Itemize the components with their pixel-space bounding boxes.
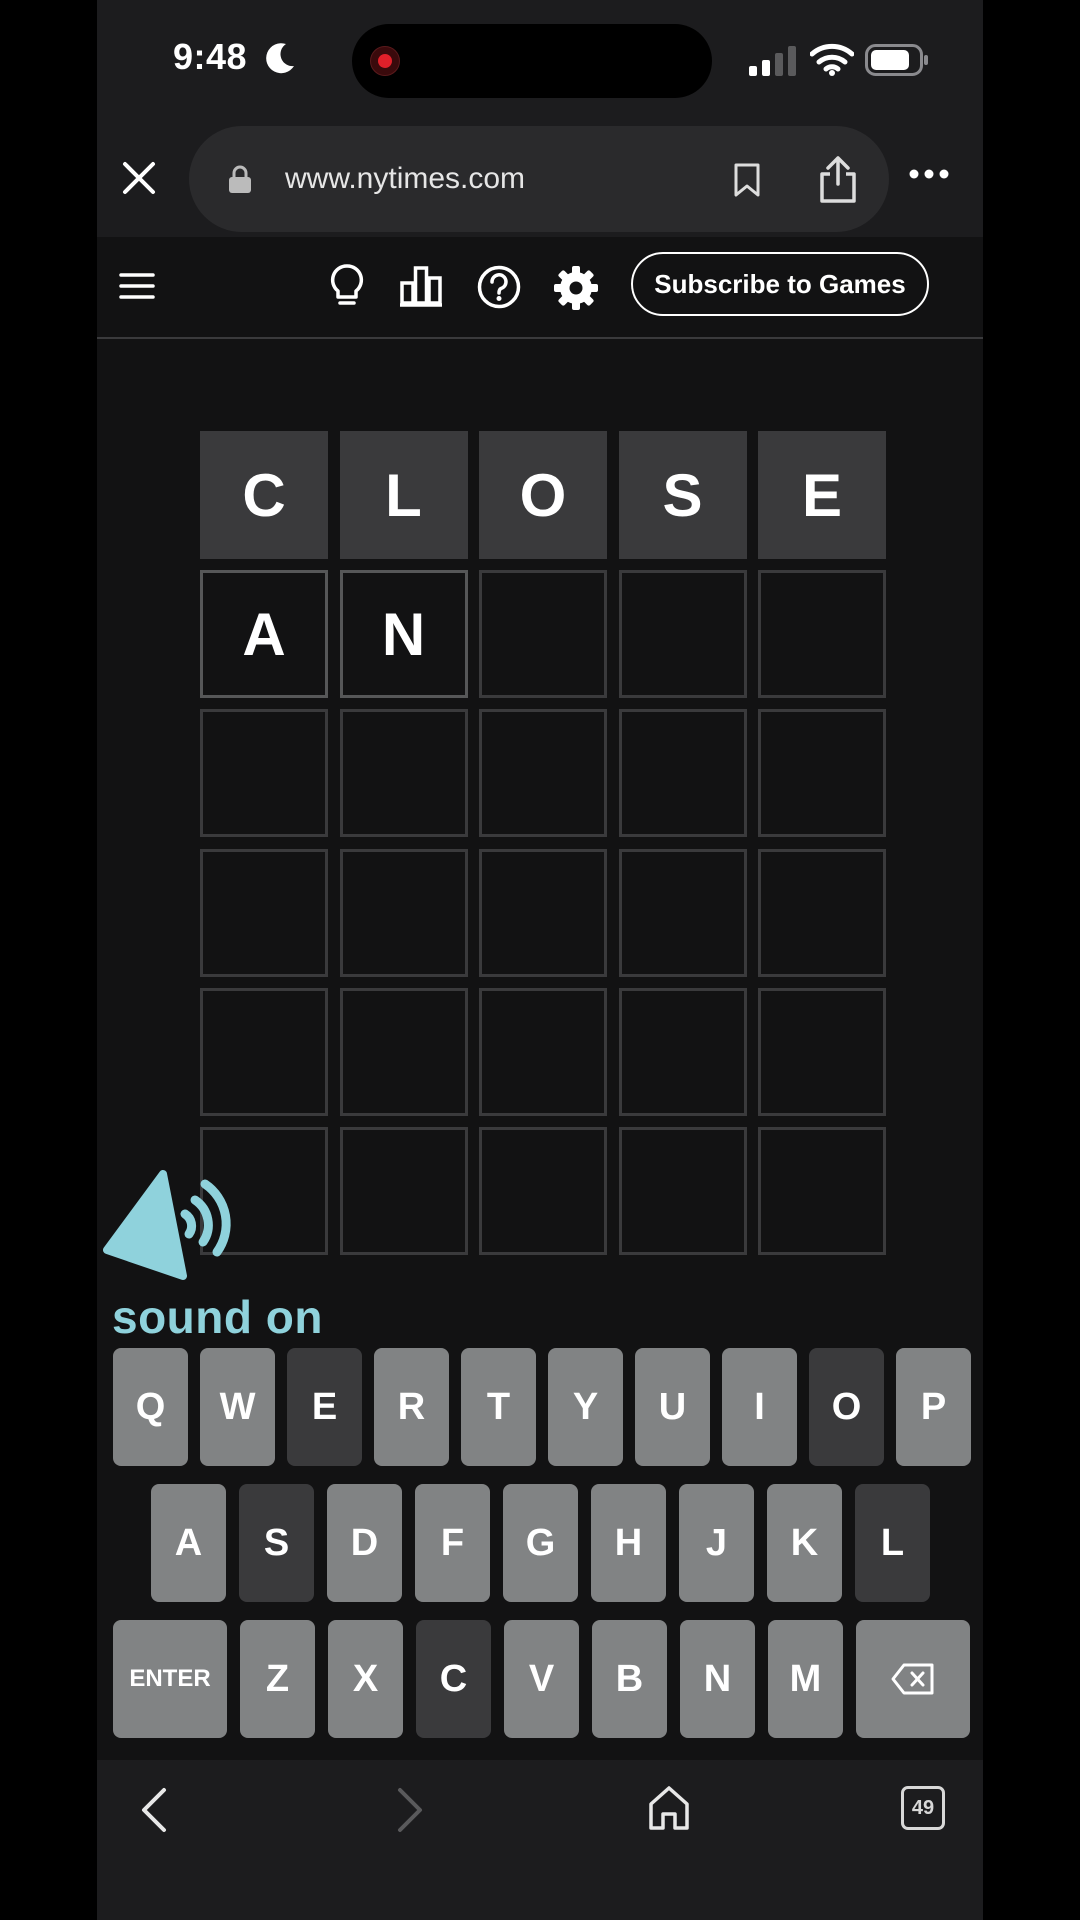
key-j[interactable]: J <box>679 1484 754 1602</box>
board-tile <box>339 848 468 977</box>
board-tile <box>200 987 328 1116</box>
bookmark-icon[interactable] <box>732 162 762 198</box>
close-icon[interactable] <box>119 158 159 198</box>
browser-bar: www.nytimes.com <box>97 120 983 237</box>
board-tile <box>479 848 607 977</box>
key-t[interactable]: T <box>461 1348 536 1466</box>
board-tile: A <box>200 570 328 699</box>
board-tile <box>339 987 468 1116</box>
key-c[interactable]: C <box>416 1620 491 1738</box>
board-tile <box>479 987 607 1116</box>
key-n[interactable]: N <box>680 1620 755 1738</box>
board-tile <box>479 709 607 838</box>
key-k[interactable]: K <box>767 1484 842 1602</box>
board-tile: C <box>200 431 328 559</box>
lock-icon <box>229 165 251 193</box>
key-m[interactable]: M <box>768 1620 843 1738</box>
board-row: AN <box>200 570 886 699</box>
sound-status-label: sound on <box>112 1291 323 1343</box>
hamburger-menu-icon[interactable] <box>119 271 155 301</box>
board-tile: L <box>339 431 468 559</box>
key-e[interactable]: E <box>287 1348 362 1466</box>
browser-toolbar: 49 <box>97 1760 983 1920</box>
board-row <box>200 848 886 977</box>
board-tile <box>758 709 886 838</box>
board-tile <box>200 709 328 838</box>
board-tile <box>479 570 607 699</box>
battery-icon <box>865 44 928 76</box>
speaker-icon <box>103 1170 231 1280</box>
gear-icon[interactable] <box>553 265 599 311</box>
wifi-icon <box>810 43 854 76</box>
key-g[interactable]: G <box>503 1484 578 1602</box>
key-b[interactable]: B <box>592 1620 667 1738</box>
backspace-icon <box>891 1663 934 1695</box>
recording-indicator-icon <box>370 46 400 76</box>
board-tile: E <box>758 431 886 559</box>
share-icon[interactable] <box>817 154 859 204</box>
key-v[interactable]: V <box>504 1620 579 1738</box>
board-tile <box>339 1127 468 1255</box>
lightbulb-icon[interactable] <box>329 263 365 309</box>
board-tile <box>200 848 328 977</box>
backspace-key[interactable] <box>856 1620 970 1738</box>
key-h[interactable]: H <box>591 1484 666 1602</box>
help-icon[interactable] <box>477 265 521 309</box>
board-tile <box>479 1127 607 1255</box>
enter-key[interactable]: ENTER <box>113 1620 227 1738</box>
dynamic-island <box>352 24 712 98</box>
status-time: 9:48 <box>173 36 248 77</box>
more-options-icon[interactable] <box>909 168 949 180</box>
on-screen-keyboard: Q W E R T Y U I O P A S D F G H J K L ENTER Z X C V B N M <box>97 1348 983 1738</box>
board-tile <box>339 709 468 838</box>
key-s[interactable]: S <box>239 1484 314 1602</box>
key-d[interactable]: D <box>327 1484 402 1602</box>
key-p[interactable]: P <box>896 1348 971 1466</box>
board-tile <box>758 848 886 977</box>
subscribe-button[interactable]: Subscribe to Games <box>631 252 929 316</box>
board-tile: S <box>618 431 747 559</box>
home-icon[interactable] <box>647 1784 691 1832</box>
forward-arrow-icon[interactable] <box>395 1786 425 1834</box>
address-bar[interactable]: www.nytimes.com <box>189 126 889 232</box>
statistics-icon[interactable] <box>399 265 443 307</box>
key-y[interactable]: Y <box>548 1348 623 1466</box>
cellular-signal-icon <box>749 46 796 76</box>
key-w[interactable]: W <box>200 1348 275 1466</box>
board-tile: O <box>479 431 607 559</box>
url-text[interactable]: www.nytimes.com <box>285 162 525 196</box>
key-l[interactable]: L <box>855 1484 930 1602</box>
game-board: CLOSEAN <box>200 431 886 1255</box>
key-i[interactable]: I <box>722 1348 797 1466</box>
back-arrow-icon[interactable] <box>139 1786 169 1834</box>
key-u[interactable]: U <box>635 1348 710 1466</box>
board-row: CLOSE <box>200 431 886 559</box>
board-tile <box>618 987 747 1116</box>
moon-icon <box>266 43 294 74</box>
key-o[interactable]: O <box>809 1348 884 1466</box>
key-a[interactable]: A <box>151 1484 226 1602</box>
board-tile: N <box>339 570 468 699</box>
key-q[interactable]: Q <box>113 1348 188 1466</box>
board-tile <box>758 1127 886 1255</box>
game-header: Subscribe to Games <box>97 237 983 339</box>
board-row <box>200 709 886 838</box>
board-tile <box>618 709 747 838</box>
board-tile <box>618 848 747 977</box>
key-r[interactable]: R <box>374 1348 449 1466</box>
status-bar: 9:48 <box>97 0 983 120</box>
board-tile <box>618 1127 747 1255</box>
phone-screen: 9:48 www.nytimes.com Subscribe to Games … <box>97 0 983 1920</box>
board-row <box>200 987 886 1116</box>
board-row <box>200 1127 886 1255</box>
key-z[interactable]: Z <box>240 1620 315 1738</box>
tab-count-button[interactable]: 49 <box>901 1786 945 1830</box>
key-x[interactable]: X <box>328 1620 403 1738</box>
board-tile <box>758 987 886 1116</box>
board-tile <box>618 570 747 699</box>
board-tile <box>758 570 886 699</box>
key-f[interactable]: F <box>415 1484 490 1602</box>
